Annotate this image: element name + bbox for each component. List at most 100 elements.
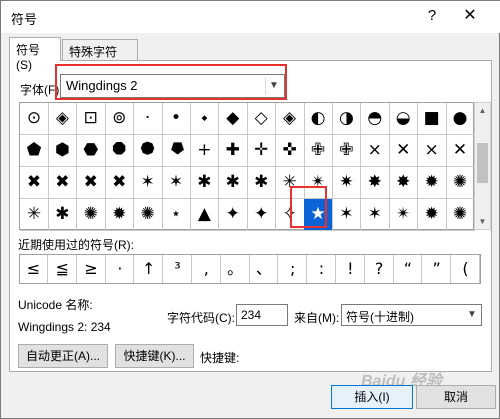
recent-symbol-cell[interactable]: “ (394, 255, 423, 283)
grid-scrollbar[interactable]: ▲ ▼ (474, 102, 491, 230)
symbol-cell[interactable]: × (360, 135, 390, 167)
symbol-cell[interactable]: • (162, 103, 191, 135)
symbol-cell[interactable]: ✷ (332, 167, 362, 199)
symbol-cell[interactable]: ✕ (446, 135, 475, 167)
char-code-label: 字符代码(C): (167, 311, 235, 325)
symbol-cell[interactable]: ◆ (218, 103, 248, 135)
symbol-cell[interactable]: ⊚ (105, 103, 135, 135)
scroll-up-icon[interactable]: ▲ (475, 103, 490, 118)
symbol-cell[interactable]: ✜ (275, 135, 305, 167)
recent-symbol-cell[interactable]: ! (337, 255, 365, 283)
recent-symbol-cell[interactable]: ³ (164, 255, 192, 283)
unicode-name-label: Unicode 名称: (18, 298, 93, 312)
symbol-cell[interactable]: ✱ (247, 167, 277, 199)
recent-symbol-cell[interactable]: ; (279, 255, 308, 283)
recent-symbol-cell[interactable]: · (106, 255, 135, 283)
symbol-cell[interactable]: ⊡ (76, 103, 106, 135)
symbol-cell[interactable]: ⬩ (190, 103, 220, 135)
symbol-cell[interactable]: ✸ (360, 167, 390, 199)
symbol-cell[interactable]: ⋆ (162, 199, 191, 231)
scroll-down-icon[interactable]: ▼ (475, 214, 490, 229)
recent-symbol-cell[interactable]: 。 (222, 255, 250, 283)
symbol-cell[interactable]: ⊙ (20, 103, 49, 135)
symbol-cell[interactable]: ◇ (247, 103, 277, 135)
symbol-cell[interactable]: × (417, 135, 447, 167)
symbol-cell[interactable]: ✳ (20, 199, 49, 231)
symbol-cell[interactable]: ⯃ (105, 135, 135, 167)
recent-symbol-cell[interactable]: ” (423, 255, 452, 283)
symbol-cell[interactable]: ◒ (389, 103, 419, 135)
symbol-cell[interactable]: ✴ (389, 199, 419, 231)
symbol-cell[interactable]: ✱ (218, 167, 248, 199)
symbol-cell[interactable]: ✕ (389, 135, 419, 167)
tab-special-characters[interactable]: 特殊字符(P) (62, 39, 138, 74)
help-button[interactable]: ? (422, 7, 442, 27)
insert-button[interactable]: 插入(I) (331, 385, 413, 409)
recent-symbols-row[interactable]: ≤ ≦ ≥ · ↑ ³,。、;:!? “”( (19, 254, 481, 284)
recent-symbol-cell[interactable]: ≤ (20, 255, 48, 283)
symbol-cell[interactable]: ✱ (48, 199, 78, 231)
recent-symbol-cell[interactable]: ≦ (49, 255, 77, 283)
symbol-cell[interactable]: ⬣ (76, 135, 106, 167)
from-dropdown[interactable]: 符号(十进制) ▼ (341, 304, 482, 326)
title-bar: 符号 ? ✕ (1, 1, 500, 33)
autocorrect-button[interactable]: 自动更正(A)... (18, 344, 108, 368)
symbol-cell[interactable]: ✶ (133, 167, 163, 199)
symbol-cell[interactable]: ✖ (76, 167, 106, 199)
shortcut-key-button[interactable]: 快捷键(K)... (115, 344, 194, 368)
symbol-cell[interactable]: ✺ (446, 199, 475, 231)
from-label: 来自(M): (294, 311, 340, 325)
symbol-cell[interactable]: ▲ (190, 199, 220, 231)
recent-symbol-cell[interactable]: ( (452, 255, 480, 283)
symbol-cell[interactable]: ✛ (247, 135, 277, 167)
unicode-name-value: Wingdings 2: 234 (18, 320, 111, 334)
recent-symbol-cell[interactable]: ≥ (78, 255, 106, 283)
recent-symbol-cell[interactable]: 、 (250, 255, 279, 283)
symbol-cell[interactable]: ⬢ (48, 135, 78, 167)
tab-symbols[interactable]: 符号(S) (9, 37, 61, 72)
symbol-cell[interactable]: ✺ (446, 167, 475, 199)
symbol-cell[interactable]: ◑ (332, 103, 362, 135)
recent-symbol-cell[interactable]: , (193, 255, 221, 283)
symbol-cell[interactable]: ✶ (162, 167, 191, 199)
recent-symbol-cell[interactable]: : (308, 255, 336, 283)
symbol-cell[interactable]: ✸ (389, 167, 419, 199)
symbol-cell[interactable]: ✦ (218, 199, 248, 231)
symbol-cell[interactable]: ✙ (304, 135, 333, 167)
symbol-cell[interactable]: ◓ (360, 103, 390, 135)
recent-symbol-cell[interactable]: ↑ (135, 255, 164, 283)
symbol-cell[interactable]: ● (446, 103, 475, 135)
symbol-cell[interactable]: ✖ (48, 167, 78, 199)
close-button[interactable]: ✕ (458, 5, 482, 27)
symbol-cell[interactable]: ✖ (105, 167, 135, 199)
symbol-cell[interactable]: ■ (417, 103, 447, 135)
symbol-cell[interactable]: ✦ (247, 199, 277, 231)
symbol-cell[interactable]: + (190, 135, 220, 167)
symbol-cell[interactable]: ⬟ (20, 135, 49, 167)
symbol-cell[interactable]: ⯂ (162, 135, 191, 167)
symbol-cell[interactable]: ✶ (332, 199, 362, 231)
symbol-cell[interactable]: · (133, 103, 163, 135)
cancel-button[interactable]: 取消 (416, 385, 496, 409)
symbol-cell[interactable]: ✺ (76, 199, 106, 231)
symbol-cell[interactable]: ✱ (190, 167, 220, 199)
chevron-down-icon[interactable]: ▼ (464, 306, 480, 324)
dialog-title: 符号 (11, 12, 38, 27)
symbol-cell[interactable]: ✙ (332, 135, 362, 167)
symbol-cell[interactable]: ✹ (105, 199, 135, 231)
symbol-cell[interactable]: ◈ (275, 103, 305, 135)
char-code-input[interactable]: 234 (236, 304, 288, 326)
symbol-cell[interactable]: ✖ (20, 167, 49, 199)
symbol-cell[interactable]: ✹ (417, 167, 447, 199)
symbol-cell[interactable]: ◈ (48, 103, 78, 135)
recent-symbol-cell[interactable]: ? (366, 255, 394, 283)
symbol-grid[interactable]: ⊙ ◈ ⊡ ⊚ · • ⬩ ◆ ◇ ◈ ◐ ◑ ◓ ◒ ■ ● ⬟ ⬢ ⬣ ⯃ ⯄ ⯂ + ✚ ✛ ✜ ✙ ✙ × ✕ × ✕ ✖ ✖ ✖ ✖ ✶ ✶ ✱ ✱… (19, 102, 475, 231)
symbol-cell[interactable]: ✶ (360, 199, 390, 231)
symbol-cell[interactable]: ✺ (133, 199, 163, 231)
symbol-cell[interactable]: ✚ (218, 135, 248, 167)
selected-symbol-highlight-box (290, 186, 327, 228)
scroll-thumb[interactable] (477, 143, 488, 183)
symbol-cell[interactable]: ◐ (304, 103, 333, 135)
symbol-cell[interactable]: ⯄ (133, 135, 163, 167)
symbol-cell[interactable]: ✹ (417, 199, 447, 231)
